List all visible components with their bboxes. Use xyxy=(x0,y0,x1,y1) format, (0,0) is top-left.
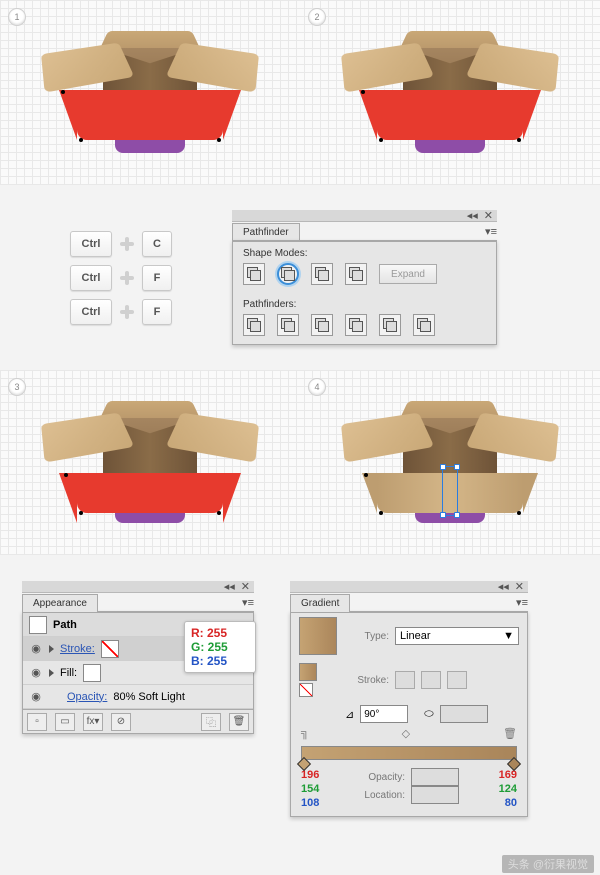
stroke-link[interactable]: Stroke: xyxy=(60,643,95,655)
box-illustration xyxy=(35,18,265,168)
gradient-panel: Type: Linear▼ Stroke: ⊿ 90° xyxy=(290,611,528,817)
shortcut-row: Ctrl F xyxy=(70,299,172,325)
aspect-icon: ⬭ xyxy=(424,708,433,721)
step-2: 2 xyxy=(300,0,600,185)
opacity-label: Opacity: xyxy=(359,772,405,783)
step-badge: 3 xyxy=(8,378,26,396)
visibility-icon[interactable]: ◉ xyxy=(29,690,43,703)
clear-button[interactable]: ⊘ xyxy=(111,713,131,731)
key-modifier: Ctrl xyxy=(70,231,112,257)
gradient-slider[interactable] xyxy=(301,746,517,760)
visibility-icon[interactable]: ◉ xyxy=(29,642,43,655)
crop-button[interactable] xyxy=(345,314,367,336)
trash-icon[interactable]: 🗑 xyxy=(503,727,517,740)
shape-modes-label: Shape Modes: xyxy=(233,242,496,261)
divide-button[interactable] xyxy=(243,314,265,336)
stroke-swatch[interactable] xyxy=(101,640,119,658)
unite-button[interactable] xyxy=(243,263,265,285)
shortcut-panel-strip: Ctrl C Ctrl F Ctrl F ◂◂✕ Pathfinder ▾≡ S… xyxy=(0,185,600,370)
key-modifier: Ctrl xyxy=(70,265,112,291)
expand-icon[interactable] xyxy=(49,669,54,677)
selection-swatch xyxy=(29,616,47,634)
left-stop-rgb: 196 154 108 xyxy=(301,768,319,810)
outline-button[interactable] xyxy=(379,314,401,336)
box-illustration xyxy=(335,388,565,538)
gradient-preview[interactable] xyxy=(299,617,337,655)
box-illustration xyxy=(335,18,565,168)
key-letter: C xyxy=(142,231,172,257)
plus-icon xyxy=(118,303,136,321)
shortcut-row: Ctrl F xyxy=(70,265,172,291)
stroke-along-button[interactable] xyxy=(421,671,441,689)
rgb-tooltip: R: 255 G: 255 B: 255 xyxy=(184,621,256,673)
expand-icon[interactable] xyxy=(49,645,54,653)
stroke-toggle[interactable] xyxy=(299,683,313,697)
type-select[interactable]: Linear▼ xyxy=(395,627,519,645)
merge-button[interactable] xyxy=(311,314,333,336)
step-3: 3 xyxy=(0,370,300,555)
minus-front-button[interactable] xyxy=(277,263,299,285)
location-label: Location: xyxy=(359,790,405,801)
shortcut-row: Ctrl C xyxy=(70,231,172,257)
keyboard-shortcuts: Ctrl C Ctrl F Ctrl F xyxy=(70,231,172,325)
opacity-link[interactable]: Opacity: xyxy=(67,691,107,703)
new-fill-button[interactable]: ▫ xyxy=(27,713,47,731)
pathfinder-panel: Shape Modes: Expand Pathfinders: xyxy=(232,240,497,345)
panel-header-bar: ◂◂✕ xyxy=(232,210,497,222)
stroke-across-button[interactable] xyxy=(447,671,467,689)
stroke-in-button[interactable] xyxy=(395,671,415,689)
key-modifier: Ctrl xyxy=(70,299,112,325)
pathfinder-tab[interactable]: Pathfinder xyxy=(232,223,300,241)
selection-handles[interactable] xyxy=(442,466,458,516)
step-badge: 1 xyxy=(8,8,26,26)
angle-icon: ⊿ xyxy=(345,708,354,721)
intersect-button[interactable] xyxy=(311,263,333,285)
opacity-input[interactable] xyxy=(411,768,459,786)
right-stop-rgb: 169 124 80 xyxy=(499,768,517,810)
fx-button[interactable]: fx▾ xyxy=(83,713,103,731)
box-illustration xyxy=(35,388,265,538)
expand-button[interactable]: Expand xyxy=(379,264,437,284)
opacity-row[interactable]: ◉ Opacity: 80% Soft Light xyxy=(23,685,253,709)
gradient-tab[interactable]: Gradient xyxy=(290,594,350,612)
fill-swatch[interactable] xyxy=(83,664,101,682)
trim-button[interactable] xyxy=(277,314,299,336)
step-badge: 2 xyxy=(308,8,326,26)
fill-toggle[interactable] xyxy=(299,663,317,681)
location-input[interactable] xyxy=(411,786,459,804)
key-letter: F xyxy=(142,299,172,325)
appearance-tab[interactable]: Appearance xyxy=(22,594,98,612)
stroke-label: Stroke: xyxy=(343,675,389,686)
duplicate-button[interactable]: ⿻ xyxy=(201,713,221,731)
plus-icon xyxy=(118,269,136,287)
panel-header-bar: ◂◂✕ xyxy=(290,581,528,593)
plus-icon xyxy=(118,235,136,253)
step-4: 4 xyxy=(300,370,600,555)
step-badge: 4 xyxy=(308,378,326,396)
pathfinders-label: Pathfinders: xyxy=(233,293,496,312)
panel-header-bar: ◂◂✕ xyxy=(22,581,254,593)
step-1: 1 xyxy=(0,0,300,185)
visibility-icon[interactable]: ◉ xyxy=(29,666,43,679)
exclude-button[interactable] xyxy=(345,263,367,285)
key-letter: F xyxy=(142,265,172,291)
type-label: Type: xyxy=(343,631,389,642)
trash-button[interactable]: 🗑 xyxy=(229,713,249,731)
minus-back-button[interactable] xyxy=(413,314,435,336)
appearance-footer: ▫ ▭ fx▾ ⊘ ⿻ 🗑 xyxy=(23,709,253,733)
aspect-input[interactable] xyxy=(440,705,488,723)
watermark: 头条 @衍果视觉 xyxy=(502,855,594,873)
new-stroke-button[interactable]: ▭ xyxy=(55,713,75,731)
angle-input[interactable]: 90° xyxy=(360,705,408,723)
